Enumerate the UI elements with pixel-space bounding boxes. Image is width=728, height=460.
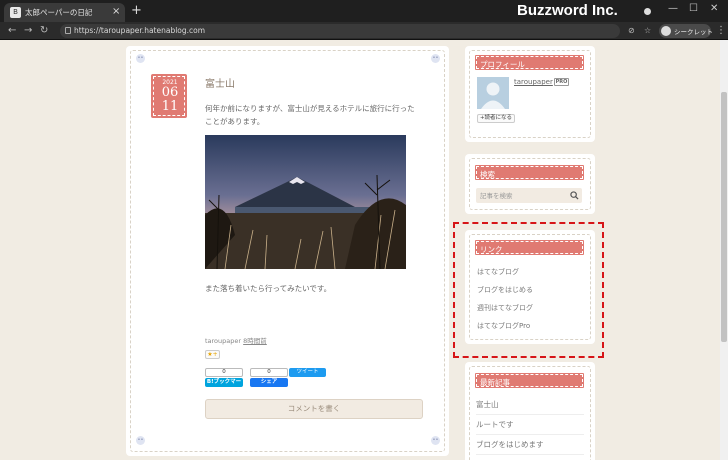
subscribe-button[interactable]: +読者になる	[477, 114, 515, 123]
recent-widget-title: 最新記事	[475, 373, 584, 388]
browser-tab[interactable]: B 太郎ペーパーの日記 ×	[4, 3, 125, 22]
write-comment-button[interactable]: コメントを書く	[205, 399, 423, 419]
url-field[interactable]: https://taroupaper.hatenablog.com	[60, 24, 620, 38]
profile-name-link[interactable]: taroupaper	[514, 78, 553, 86]
author-line: taroupaper 8時間前	[205, 335, 267, 345]
bookmark-label[interactable]: B!ブックマーク	[205, 378, 243, 394]
scrollbar[interactable]	[720, 40, 728, 460]
browser-titlebar: B 太郎ペーパーの日記 × + Buzzword Inc. — ☐ ✕	[0, 0, 728, 22]
search-title: 検索	[480, 170, 495, 179]
profile-widget-title: プロフィール	[475, 55, 584, 70]
extension-icon[interactable]	[644, 8, 651, 15]
new-tab-button[interactable]: +	[131, 3, 142, 19]
search-box	[476, 188, 582, 203]
date-day: 11	[161, 99, 179, 114]
maximize-icon[interactable]: ☐	[689, 2, 698, 16]
date-badge: 2021 06 11	[151, 74, 187, 118]
scrollbar-thumb[interactable]	[721, 92, 727, 342]
profile-title: プロフィール	[480, 60, 525, 69]
bookmark-count: 0	[205, 368, 243, 377]
corner-ornament-icon: ••	[136, 54, 145, 63]
recent-post-link[interactable]: 富士山	[476, 399, 584, 415]
date-month: 06	[161, 85, 179, 100]
recent-title: 最新記事	[480, 378, 510, 387]
highlight-annotation	[453, 222, 604, 358]
corner-ornament-icon: ••	[136, 436, 145, 445]
page-content: •• •• •• •• 2021 06 11 富士山 何年か前になりますが、富士…	[0, 40, 728, 460]
mount-fuji-photo	[205, 135, 406, 269]
facebook-share-button[interactable]: 0 シェア	[250, 368, 288, 387]
url-text: https://taroupaper.hatenablog.com	[74, 26, 206, 35]
author-name[interactable]: taroupaper	[205, 337, 241, 345]
tab-title: 太郎ペーパーの日記	[25, 8, 93, 17]
corner-ornament-icon: ••	[431, 54, 440, 63]
reload-icon[interactable]: ↻	[40, 24, 48, 38]
post-paragraph: また落ち着いたら行ってみたいです。	[205, 284, 332, 293]
post-paragraph: 何年か前になりますが、富士山が見えるホテルに旅行に行ったことがあります。	[205, 104, 415, 126]
recent-post-link[interactable]: ルートです	[476, 419, 584, 435]
post-title[interactable]: 富士山	[205, 75, 235, 90]
hatena-bookmark-button[interactable]: 0 B!ブックマーク	[205, 368, 243, 394]
back-icon[interactable]: ←	[8, 24, 16, 38]
close-window-icon[interactable]: ✕	[710, 2, 718, 16]
minimize-icon[interactable]: —	[668, 2, 678, 16]
add-star-button[interactable]: ★+	[205, 350, 220, 359]
avatar[interactable]	[477, 77, 509, 109]
search-widget	[465, 154, 595, 214]
tweet-button[interactable]: ツイート	[289, 368, 326, 377]
star-icon[interactable]: ☆	[644, 25, 651, 37]
share-count: 0	[250, 368, 288, 377]
hatena-favicon-icon: B	[10, 7, 21, 18]
share-label[interactable]: シェア	[250, 378, 288, 387]
incognito-icon	[661, 26, 671, 36]
watermark-text: Buzzword Inc.	[517, 2, 618, 19]
corner-ornament-icon: ••	[431, 436, 440, 445]
profile-label: シークレット	[674, 28, 713, 36]
menu-icon[interactable]: ⋮	[716, 24, 726, 38]
lock-icon	[65, 27, 71, 34]
eye-off-icon[interactable]: ⊘	[628, 25, 635, 37]
search-input[interactable]	[480, 190, 566, 201]
tab-close-icon[interactable]: ×	[112, 5, 120, 19]
recent-post-link[interactable]: ブログをはじめます	[476, 439, 584, 455]
post-time-link[interactable]: 8時間前	[243, 337, 267, 345]
pro-badge: PRO	[554, 78, 569, 86]
incognito-profile-button[interactable]: シークレット	[659, 24, 713, 38]
search-widget-title: 検索	[475, 165, 584, 180]
address-bar: ← → ↻ https://taroupaper.hatenablog.com …	[0, 22, 728, 40]
search-icon[interactable]	[570, 191, 579, 200]
forward-icon[interactable]: →	[24, 24, 32, 38]
